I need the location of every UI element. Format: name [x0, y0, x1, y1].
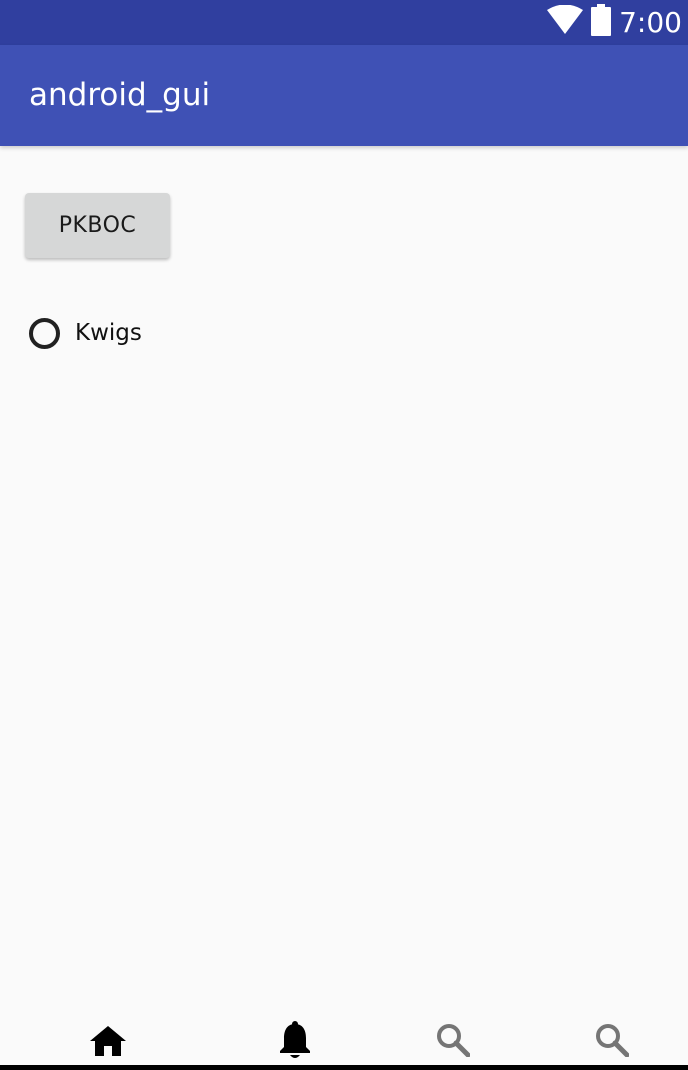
search-icon: [436, 1023, 471, 1062]
wifi-icon: [547, 4, 584, 40]
app-title: android_gui: [29, 77, 211, 113]
bottom-divider: [0, 1065, 688, 1070]
nav-search-1[interactable]: [433, 1022, 473, 1062]
home-icon: [90, 1024, 126, 1061]
battery-icon: [591, 4, 612, 41]
status-bar: 7:00: [0, 0, 688, 45]
radio-label: Kwigs: [75, 320, 142, 346]
status-time: 7:00: [619, 6, 682, 39]
screen: 7:00 android_gui PKBOC Kwigs: [0, 0, 688, 1070]
status-icons: 7:00: [547, 0, 682, 45]
search-icon: [595, 1023, 630, 1062]
kwigs-radio[interactable]: Kwigs: [29, 314, 142, 352]
bottom-navigation: [0, 1000, 688, 1070]
bell-icon: [279, 1020, 311, 1064]
nav-home[interactable]: [88, 1022, 128, 1062]
pkboc-button[interactable]: PKBOC: [25, 193, 170, 258]
nav-search-2[interactable]: [592, 1022, 632, 1062]
radio-circle-icon[interactable]: [29, 317, 60, 349]
app-bar: android_gui: [0, 45, 688, 146]
nav-notifications[interactable]: [275, 1020, 315, 1064]
